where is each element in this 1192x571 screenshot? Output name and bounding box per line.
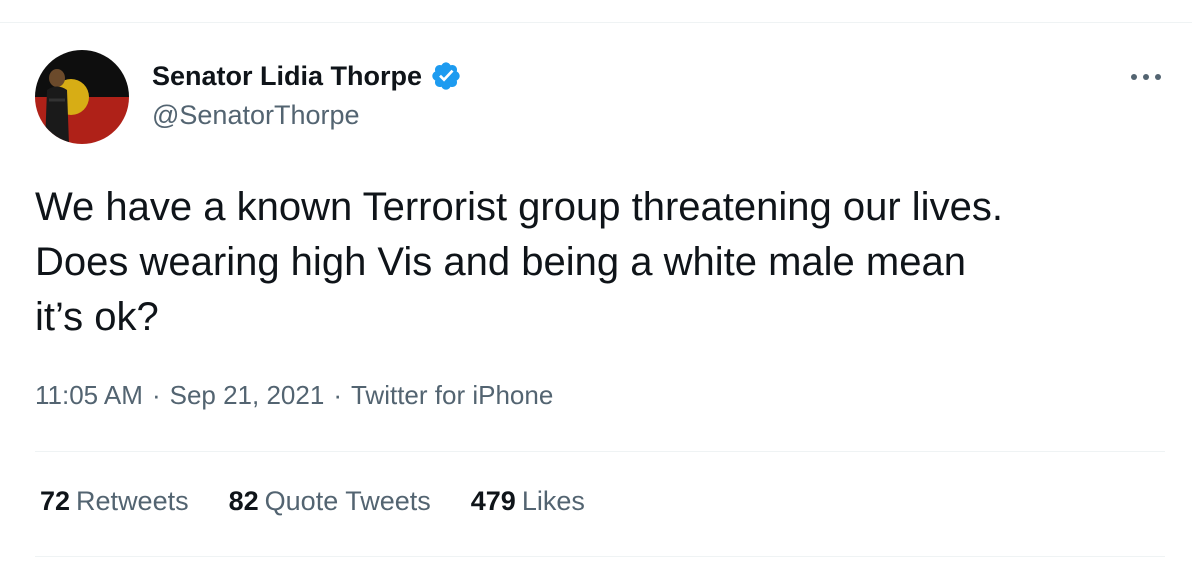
author-handle[interactable]: @SenatorThorpe: [152, 100, 360, 131]
divider-top: [35, 451, 1165, 452]
tweet-text-line: We have a known Terrorist group threaten…: [35, 185, 1003, 229]
tweet-text: We have a known Terrorist group threaten…: [35, 180, 1165, 345]
retweets-count: 72: [40, 486, 71, 516]
quote-tweets-label: Quote Tweets: [264, 486, 431, 516]
tweet-card: Senator Lidia Thorpe @SenatorThorpe We h…: [0, 0, 1192, 571]
likes-stat[interactable]: 479 Likes: [471, 486, 585, 517]
more-options-icon: [1131, 74, 1161, 80]
retweets-label: Retweets: [76, 486, 189, 516]
tweet-text-line: Does wearing high Vis and being a white …: [35, 240, 966, 284]
likes-label: Likes: [521, 486, 585, 516]
tweet-time[interactable]: 11:05 AM: [35, 380, 143, 410]
avatar[interactable]: [35, 50, 129, 144]
tweet-meta: 11:05 AM · Sep 21, 2021 · Twitter for iPhone: [35, 380, 553, 411]
meta-separator: ·: [151, 380, 161, 410]
likes-count: 479: [470, 486, 516, 516]
retweets-stat[interactable]: 72 Retweets: [40, 486, 189, 517]
tweet-source[interactable]: Twitter for iPhone: [351, 380, 553, 410]
tweet-text-line: it’s ok?: [35, 295, 159, 339]
quote-tweets-stat[interactable]: 82 Quote Tweets: [229, 486, 431, 517]
verified-badge-icon: [430, 60, 462, 92]
avatar-image: [35, 50, 129, 144]
divider-bottom: [35, 556, 1165, 557]
tweet-stats: 72 Retweets 82 Quote Tweets 479 Likes: [40, 486, 625, 517]
more-options-button[interactable]: [1124, 62, 1168, 92]
author-name[interactable]: Senator Lidia Thorpe: [152, 60, 462, 92]
author-name-text: Senator Lidia Thorpe: [152, 60, 423, 91]
quote-tweets-count: 82: [228, 486, 259, 516]
tweet-date[interactable]: Sep 21, 2021: [170, 380, 325, 410]
meta-separator: ·: [333, 380, 342, 410]
